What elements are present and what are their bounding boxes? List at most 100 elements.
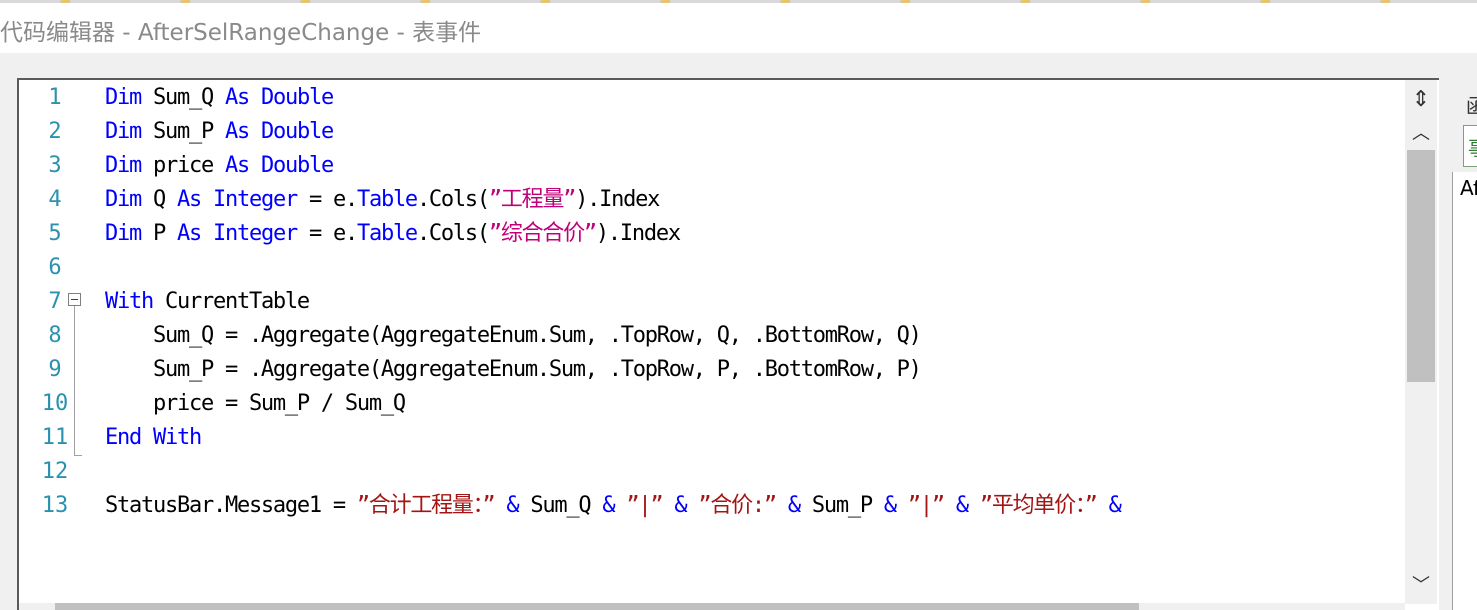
fold-guide-line bbox=[74, 306, 75, 456]
code-token: ”综合合价” bbox=[488, 221, 597, 246]
line-number: 11 bbox=[41, 425, 69, 450]
code-line[interactable]: 5 Dim P As Integer = e.Table.Cols(”综合合价”)… bbox=[19, 217, 1405, 251]
code-token: ”平均单价：” bbox=[979, 493, 1098, 518]
right-panel-tab[interactable]: 事 bbox=[1463, 125, 1477, 167]
code-token: ).Index bbox=[595, 221, 681, 246]
code-token: .Cols( bbox=[416, 187, 490, 212]
right-panel-label: 函 bbox=[1466, 94, 1477, 118]
code-line[interactable]: 1 Dim Sum_Q As Double bbox=[19, 81, 1405, 115]
code-token: As bbox=[224, 119, 250, 144]
code-token: Sum_Q = .Aggregate(AggregateEnum.Sum, .T… bbox=[105, 323, 922, 348]
code-token: ”工程量” bbox=[488, 187, 577, 212]
code-line[interactable]: 6 bbox=[19, 251, 1405, 285]
line-number: 9 bbox=[48, 357, 62, 382]
code-line[interactable]: 9 Sum_P = .Aggregate(AggregateEnum.Sum, … bbox=[19, 353, 1405, 387]
code-token: Integer bbox=[213, 221, 298, 246]
code-text: Dim Q As Integer = e.Table.Cols(”工程量”).I… bbox=[105, 183, 660, 217]
title-bar: 代码编辑器 - AfterSelRangeChange - 表事件 bbox=[0, 3, 1477, 53]
split-view-icon[interactable]: ⇕ bbox=[1408, 86, 1434, 114]
code-text: Dim price As Double bbox=[105, 149, 334, 183]
line-number: 10 bbox=[41, 391, 69, 416]
line-number: 4 bbox=[48, 187, 62, 212]
code-line[interactable]: 2 Dim Sum_P As Double bbox=[19, 115, 1405, 149]
code-text: End With bbox=[105, 421, 202, 455]
code-token: ”合计工程量：” bbox=[356, 493, 496, 518]
code-token: As bbox=[177, 221, 202, 246]
code-token: As bbox=[224, 153, 250, 178]
code-token: Dim bbox=[105, 85, 142, 110]
code-token: = e. bbox=[296, 187, 358, 212]
code-line[interactable]: 10 price = Sum_P / Sum_Q bbox=[19, 387, 1405, 421]
code-token: ”|” bbox=[907, 493, 945, 518]
code-editor[interactable]: 1 Dim Sum_Q As Double 2 Dim Sum_P As Double… bbox=[19, 80, 1405, 604]
code-token: & bbox=[1108, 493, 1122, 518]
line-number: 8 bbox=[48, 323, 62, 348]
code-token: Dim bbox=[105, 119, 142, 144]
code-line[interactable]: 8 Sum_Q = .Aggregate(AggregateEnum.Sum, … bbox=[19, 319, 1405, 353]
code-text: Dim P As Integer = e.Table.Cols(”综合合价”).… bbox=[105, 217, 681, 251]
line-number: 6 bbox=[48, 255, 62, 280]
code-line[interactable]: 4 Dim Q As Integer = e.Table.Cols(”工程量”).… bbox=[19, 183, 1405, 217]
line-number: 5 bbox=[48, 221, 62, 246]
code-token: Table bbox=[356, 221, 418, 246]
code-token: ).Index bbox=[575, 187, 660, 212]
code-token: Table bbox=[356, 187, 418, 212]
code-token: Sum_Q bbox=[518, 493, 603, 518]
code-token: Sum_Q bbox=[141, 85, 225, 110]
code-line[interactable]: 3 Dim price As Double bbox=[19, 149, 1405, 183]
code-token: & bbox=[674, 493, 687, 518]
code-text: With CurrentTable bbox=[105, 285, 310, 319]
code-token: P bbox=[141, 221, 177, 246]
code-line[interactable]: 11 End With bbox=[19, 421, 1405, 455]
collapse-region-icon[interactable] bbox=[68, 293, 81, 306]
code-token: Sum_P bbox=[799, 493, 884, 518]
chevron-down-icon[interactable]: ﹀ bbox=[1408, 574, 1434, 598]
code-token: ”|” bbox=[626, 493, 663, 518]
code-token: CurrentTable bbox=[152, 289, 310, 314]
code-line[interactable]: 7 With CurrentTable bbox=[19, 285, 1405, 319]
code-token: Dim bbox=[105, 221, 142, 246]
fold-guide-end bbox=[74, 455, 82, 456]
code-token: ”合价:” bbox=[698, 493, 777, 518]
code-token: Integer bbox=[213, 187, 298, 212]
line-number: 12 bbox=[41, 459, 69, 484]
code-text: Sum_P = .Aggregate(AggregateEnum.Sum, .T… bbox=[105, 353, 922, 387]
code-token: As bbox=[224, 85, 250, 110]
code-text: price = Sum_P / Sum_Q bbox=[105, 387, 406, 421]
event-list[interactable]: Af bbox=[1452, 172, 1477, 610]
code-line[interactable]: 12 bbox=[19, 455, 1405, 489]
line-number: 13 bbox=[41, 493, 69, 518]
code-token: Q bbox=[141, 187, 177, 212]
code-token: Double bbox=[260, 153, 334, 178]
code-text: Dim Sum_P As Double bbox=[105, 115, 334, 149]
line-number: 1 bbox=[48, 85, 62, 110]
line-number: 2 bbox=[48, 119, 62, 144]
vertical-scroll-thumb[interactable] bbox=[1407, 150, 1435, 382]
code-token: As bbox=[177, 187, 202, 212]
chevron-up-icon[interactable]: ︿ bbox=[1408, 122, 1434, 146]
code-token: & bbox=[883, 493, 897, 518]
code-token: Dim bbox=[105, 187, 142, 212]
code-token: .Cols( bbox=[416, 221, 490, 246]
code-token: Dim bbox=[105, 153, 142, 178]
code-token: & bbox=[602, 493, 615, 518]
code-line[interactable]: 13 StatusBar.Message1 = ”合计工程量：” & Sum_Q … bbox=[19, 489, 1405, 523]
code-token: & bbox=[787, 493, 801, 518]
code-token: StatusBar.Message1 = bbox=[105, 493, 357, 518]
horizontal-scroll-thumb[interactable] bbox=[55, 603, 1139, 610]
event-list-item[interactable]: Af bbox=[1460, 176, 1477, 200]
code-token: price bbox=[141, 153, 225, 178]
